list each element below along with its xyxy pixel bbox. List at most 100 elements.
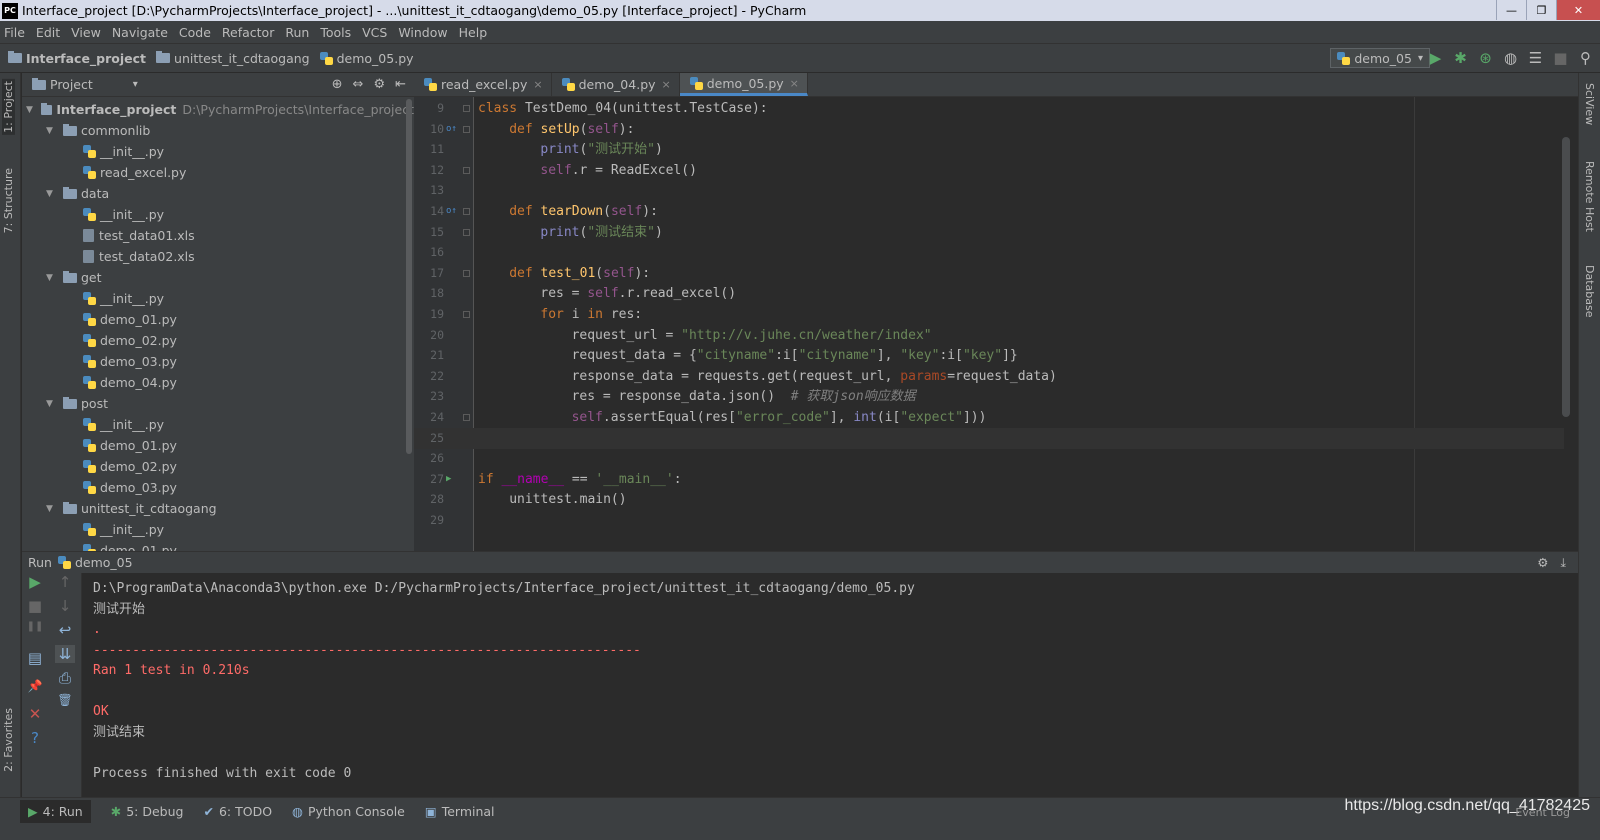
menu-item-refactor[interactable]: Refactor [222,25,274,40]
tree-file[interactable]: __init__.py [22,288,414,309]
breadcrumb-folder[interactable]: unittest_it_cdtaogang [156,51,310,66]
chevron-down-icon[interactable]: ▾ [133,79,138,90]
fold-marker-icon[interactable] [463,105,470,112]
editor-tab[interactable]: read_excel.py × [414,73,552,96]
fold-marker-icon[interactable] [463,125,470,133]
down-arrow-icon[interactable]: ↓ [55,597,75,615]
tool-tab-favorites[interactable]: 2: Favorites [2,708,15,772]
fold-marker-icon[interactable] [463,166,470,174]
tool-tab-sciview[interactable]: SciView [1583,83,1596,125]
tree-file[interactable]: demo_01.py [22,309,414,330]
build-icon[interactable]: ☰ [1527,49,1544,67]
tree-file[interactable]: test_data02.xls [22,246,414,267]
close-icon[interactable]: ✕ [25,705,45,723]
minimize-button[interactable]: — [1496,0,1526,20]
run-panel-config[interactable]: demo_05 [75,555,133,570]
tree-file[interactable]: read_excel.py [22,162,414,183]
debug-icon[interactable]: ✱ [1452,49,1469,67]
run-icon[interactable]: ▶ [1427,49,1444,67]
pin-icon[interactable]: 📌 [25,679,45,693]
menu-item-edit[interactable]: Edit [36,25,60,40]
tree-root[interactable]: ▼ Interface_project D:\PycharmProjects\I… [22,99,414,120]
tool-tab-structure[interactable]: 7: Structure [2,168,15,233]
editor-tab[interactable]: demo_05.py × [679,73,808,96]
project-scrollbar[interactable] [406,99,412,454]
menu-item-navigate[interactable]: Navigate [112,25,168,40]
fold-marker-icon[interactable] [463,228,470,236]
run-console-output[interactable]: D:\ProgramData\Anaconda3\python.exe D:/P… [83,573,1578,797]
gear-icon[interactable]: ⚙ [1537,555,1548,571]
menu-item-window[interactable]: Window [398,25,447,40]
expand-arrow-icon[interactable]: ▼ [26,105,36,115]
editor-tab[interactable]: demo_04.py × [552,73,680,96]
event-log-button[interactable]: Event Log [1515,806,1570,819]
tree-file[interactable]: __init__.py [22,141,414,162]
tree-file[interactable]: __init__.py [22,519,414,540]
tree-folder[interactable]: ▼ commonlib [22,120,414,141]
tree-file[interactable]: test_data01.xls [22,225,414,246]
menu-item-tools[interactable]: Tools [320,25,351,40]
run-configuration-select[interactable]: demo_05 ▾ [1330,48,1430,68]
tree-folder[interactable]: ▼ unittest_it_cdtaogang [22,498,414,519]
trash-icon[interactable]: 🗑 [55,693,75,707]
override-gutter-icon[interactable]: o↑ [446,119,457,140]
layout-icon[interactable]: ▤ [25,649,45,667]
profile-icon[interactable]: ◍ [1502,49,1519,67]
tree-file[interactable]: demo_03.py [22,351,414,372]
editor-scrollbar[interactable] [1562,137,1570,417]
bottom-tab[interactable]: ▣ Terminal [425,804,495,819]
restore-button[interactable]: ❐ [1526,0,1556,20]
fold-marker-icon[interactable] [463,269,470,277]
pause-icon[interactable]: ❚❚ [25,621,45,632]
fold-marker-icon[interactable] [463,414,470,421]
project-view-label[interactable]: Project [50,77,93,92]
collapse-all-icon[interactable]: ⇔ [353,77,364,92]
menu-item-file[interactable]: File [4,25,25,40]
bottom-tab[interactable]: ◍ Python Console [292,804,405,819]
up-arrow-icon[interactable]: ↑ [55,573,75,591]
tree-file[interactable]: __init__.py [22,204,414,225]
expand-arrow-icon[interactable]: ▼ [46,189,58,199]
tree-folder[interactable]: ▼ data [22,183,414,204]
gear-icon[interactable]: ⚙ [373,77,385,92]
fold-marker-icon[interactable] [463,311,470,318]
hide-panel-icon[interactable]: ⇤ [395,77,406,92]
fold-marker-icon[interactable] [463,208,470,215]
expand-arrow-icon[interactable]: ▼ [46,126,58,136]
override-gutter-icon[interactable]: o↑ [446,201,457,222]
tree-file[interactable]: demo_02.py [22,330,414,351]
soft-wrap-icon[interactable]: ↩ [55,621,75,639]
close-tab-icon[interactable]: × [662,78,671,91]
tree-file[interactable]: demo_03.py [22,477,414,498]
breadcrumb-file[interactable]: demo_05.py [319,51,414,66]
hide-panel-icon[interactable]: ⤓ [1560,555,1566,571]
code-editor[interactable]: 9 class TestDemo_04(unittest.TestCase): 10… [414,97,1578,551]
close-tab-icon[interactable]: × [790,77,799,90]
search-icon[interactable]: ⚲ [1577,49,1594,67]
scroll-to-end-icon[interactable]: ⇊ [55,645,75,663]
bottom-tab[interactable]: ▶ 4: Run [20,800,91,823]
tree-file[interactable]: __init__.py [22,414,414,435]
rerun-icon[interactable]: ▶ [25,573,45,591]
bottom-tab[interactable]: ✱ 5: Debug [111,804,184,819]
stop-icon[interactable]: ■ [25,597,45,615]
tree-file[interactable]: demo_01.py [22,435,414,456]
menu-item-vcs[interactable]: VCS [362,25,387,40]
expand-arrow-icon[interactable]: ▼ [46,504,58,514]
menu-item-code[interactable]: Code [179,25,211,40]
tree-file[interactable]: demo_04.py [22,372,414,393]
menu-item-view[interactable]: View [71,25,101,40]
expand-arrow-icon[interactable]: ▼ [46,273,58,283]
tool-tab-remote-host[interactable]: Remote Host [1583,161,1596,232]
coverage-icon[interactable]: ⊛ [1477,49,1494,67]
breadcrumb-project[interactable]: Interface_project [8,51,146,66]
tree-folder[interactable]: ▼ post [22,393,414,414]
close-button[interactable]: ✕ [1556,0,1600,20]
menu-item-help[interactable]: Help [459,25,488,40]
tool-tab-database[interactable]: Database [1583,265,1596,318]
stop-icon[interactable]: ■ [1552,49,1569,67]
expand-arrow-icon[interactable]: ▼ [46,399,58,409]
run-gutter-icon[interactable]: ▶ [446,469,451,490]
locate-icon[interactable]: ⊕ [332,77,343,92]
bottom-tab[interactable]: ✔ 6: TODO [203,804,272,819]
